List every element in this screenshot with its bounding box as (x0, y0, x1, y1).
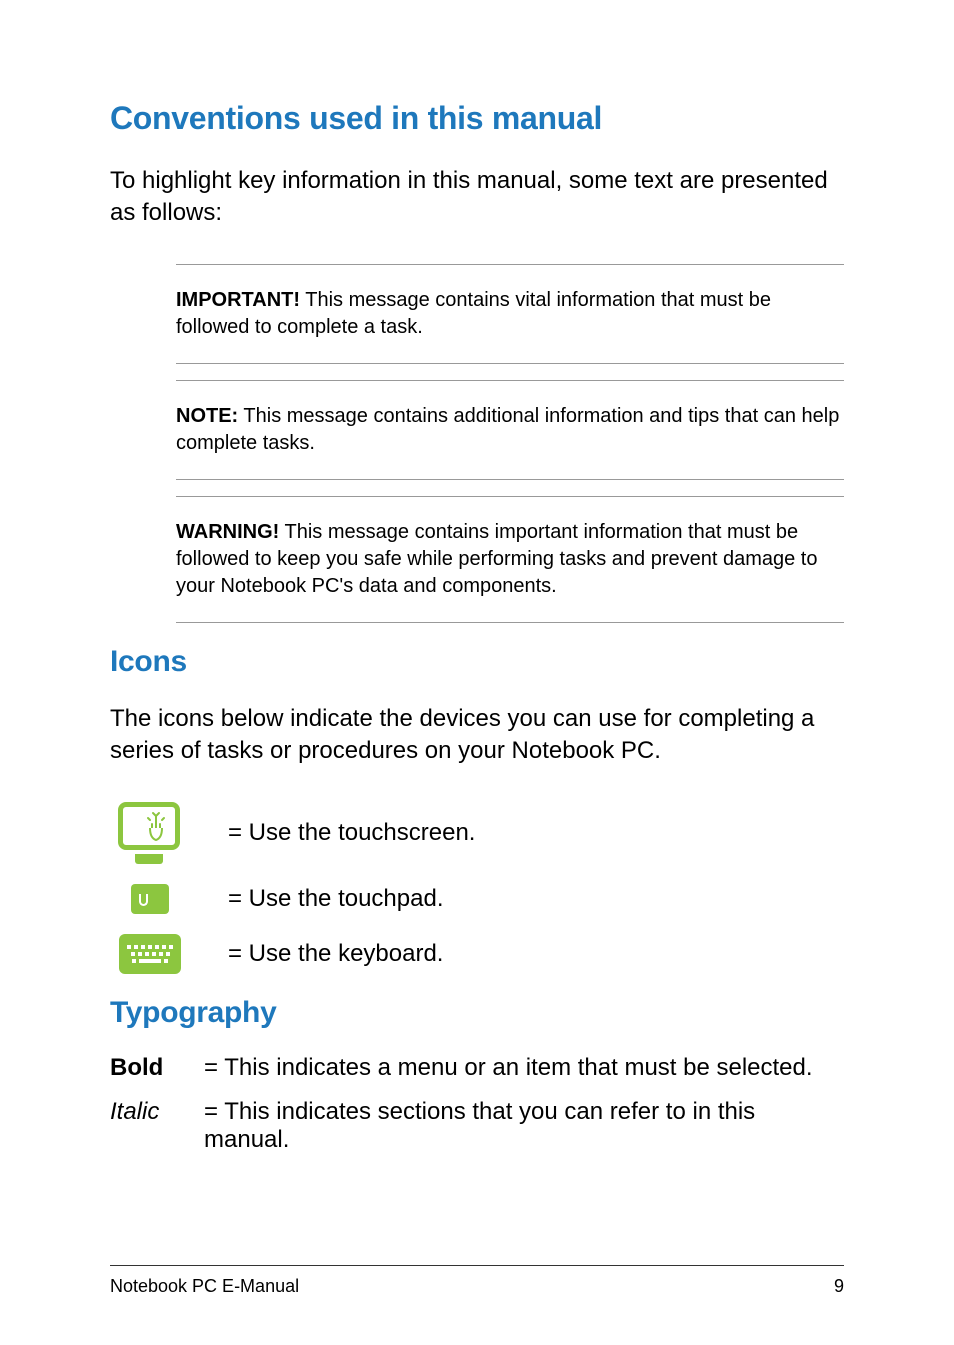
heading-conventions: Conventions used in this manual (110, 100, 844, 137)
callout-text: This message contains additional informa… (176, 405, 839, 454)
icon-row-touchpad: = Use the touchpad. (110, 884, 844, 914)
callout-label: IMPORTANT! (176, 289, 300, 311)
callout-warning: WARNING! This message contains important… (176, 496, 844, 623)
heading-icons: Icons (110, 645, 844, 679)
icons-intro: The icons below indicate the devices you… (110, 703, 844, 768)
callout-label: WARNING! (176, 521, 279, 543)
icon-desc: = Use the touchpad. (228, 885, 443, 913)
icon-desc: = Use the touchscreen. (228, 819, 475, 847)
typo-label-bold: Bold (110, 1054, 204, 1082)
callout-label: NOTE: (176, 405, 238, 427)
typo-desc: = This indicates a menu or an item that … (204, 1054, 813, 1082)
keyboard-icon (110, 934, 190, 974)
callout-important: IMPORTANT! This message contains vital i… (176, 264, 844, 364)
touchpad-icon (110, 884, 190, 914)
icon-desc: = Use the keyboard. (228, 940, 443, 968)
typo-row-bold: Bold = This indicates a menu or an item … (110, 1054, 844, 1082)
intro-text: To highlight key information in this man… (110, 165, 844, 230)
footer: Notebook PC E-Manual 9 (110, 1265, 844, 1297)
callout-note: NOTE: This message contains additional i… (176, 380, 844, 480)
icon-row-keyboard: = Use the keyboard. (110, 934, 844, 974)
touchscreen-icon (110, 802, 190, 864)
icons-list: = Use the touchscreen. = Use the touchpa… (110, 802, 844, 974)
page-number: 9 (834, 1276, 844, 1297)
icon-row-touchscreen: = Use the touchscreen. (110, 802, 844, 864)
footer-title: Notebook PC E-Manual (110, 1276, 299, 1297)
heading-typography: Typography (110, 996, 844, 1030)
typo-row-italic: Italic = This indicates sections that yo… (110, 1098, 844, 1154)
typo-label-italic: Italic (110, 1098, 204, 1126)
typo-desc: = This indicates sections that you can r… (204, 1098, 844, 1154)
typography-table: Bold = This indicates a menu or an item … (110, 1054, 844, 1154)
